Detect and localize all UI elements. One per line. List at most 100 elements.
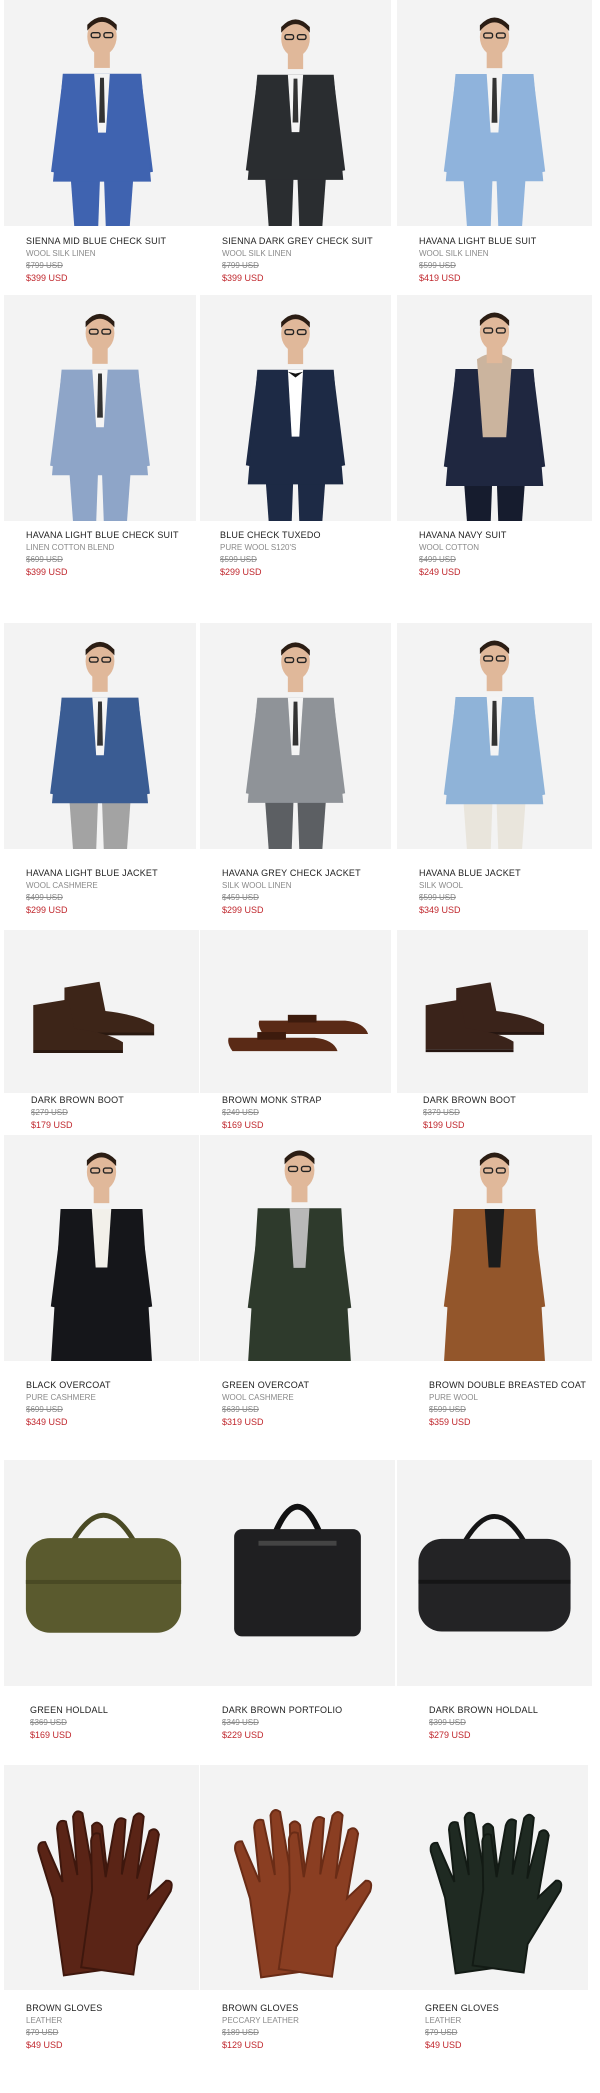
product-name[interactable]: HAVANA GREY CHECK JACKET	[222, 868, 361, 878]
product-name[interactable]: DARK BROWN BOOT	[423, 1095, 516, 1105]
product-image[interactable]	[397, 0, 592, 226]
product-image[interactable]	[200, 1135, 399, 1361]
sale-price: $169 USD	[222, 1120, 264, 1130]
product-image[interactable]	[397, 295, 592, 521]
product-card[interactable]: GREEN GLOVES LEATHER $79 USD $49 USD	[397, 1765, 588, 2053]
product-image[interactable]	[200, 1460, 395, 1686]
product-card[interactable]: BLACK OVERCOAT PURE CASHMERE $699 USD $349 …	[4, 1135, 199, 1430]
original-price: $249 USD	[222, 1108, 259, 1117]
product-image[interactable]	[397, 623, 592, 849]
product-material: WOOL SILK LINEN	[222, 249, 292, 258]
product-name[interactable]: HAVANA NAVY SUIT	[419, 530, 507, 540]
original-price: $459 USD	[222, 893, 259, 902]
product-card[interactable]: BROWN GLOVES PECCARY LEATHER $189 USD $129 …	[200, 1765, 399, 2053]
product-card[interactable]: DARK BROWN PORTFOLIO $349 USD $229 USD	[200, 1460, 395, 1755]
product-image[interactable]	[397, 1460, 592, 1686]
product-image[interactable]	[4, 1460, 203, 1686]
product-material: PECCARY LEATHER	[222, 2016, 299, 2025]
product-image[interactable]	[397, 1765, 588, 1990]
product-name[interactable]: GREEN HOLDALL	[30, 1705, 108, 1715]
product-card[interactable]: BLUE CHECK TUXEDO PURE WOOL S120'S $599 US…	[200, 295, 391, 580]
product-name[interactable]: HAVANA LIGHT BLUE SUIT	[419, 236, 536, 246]
product-card[interactable]: SIENNA MID BLUE CHECK SUIT WOOL SILK LINE…	[4, 0, 200, 286]
product-card[interactable]: DARK BROWN BOOT $379 USD $199 USD	[397, 930, 588, 1145]
product-card[interactable]: GREEN OVERCOAT WOOL CASHMERE $639 USD $319 …	[200, 1135, 399, 1430]
product-material: SILK WOOL LINEN	[222, 881, 292, 890]
original-price: $599 USD	[220, 555, 257, 564]
product-card[interactable]: HAVANA LIGHT BLUE SUIT WOOL SILK LINEN $59…	[397, 0, 592, 286]
product-card[interactable]: BROWN GLOVES LEATHER $79 USD $49 USD	[4, 1765, 199, 2053]
product-material: LINEN COTTON BLEND	[26, 543, 115, 552]
product-material: WOOL COTTON	[419, 543, 479, 552]
product-image[interactable]	[397, 1135, 592, 1361]
product-card[interactable]: DARK BROWN BOOT $279 USD $179 USD	[4, 930, 199, 1145]
sale-price: $49 USD	[26, 2040, 63, 2050]
product-name[interactable]: GREEN GLOVES	[425, 2003, 499, 2013]
sale-price: $319 USD	[222, 1417, 264, 1427]
product-material: PURE WOOL	[429, 1393, 478, 1402]
original-price: $599 USD	[419, 893, 456, 902]
product-image[interactable]	[4, 623, 196, 849]
sale-price: $279 USD	[429, 1730, 471, 1740]
product-card[interactable]: GREEN HOLDALL $369 USD $169 USD	[4, 1460, 203, 1755]
product-name[interactable]: BROWN MONK STRAP	[222, 1095, 322, 1105]
original-price: $799 USD	[26, 261, 63, 270]
product-card[interactable]: DARK BROWN HOLDALL $399 USD $279 USD	[397, 1460, 592, 1755]
product-material: LEATHER	[26, 2016, 63, 2025]
product-image[interactable]	[4, 0, 200, 226]
original-price: $799 USD	[222, 261, 259, 270]
product-name[interactable]: HAVANA LIGHT BLUE JACKET	[26, 868, 158, 878]
product-card[interactable]: BROWN MONK STRAP $249 USD $169 USD	[200, 930, 391, 1145]
product-card[interactable]: BROWN DOUBLE BREASTED COAT PURE WOOL $599 …	[397, 1135, 592, 1430]
product-name[interactable]: HAVANA BLUE JACKET	[419, 868, 521, 878]
product-card[interactable]: HAVANA LIGHT BLUE CHECK SUIT LINEN COTTON…	[4, 295, 196, 580]
original-price: $599 USD	[429, 1405, 466, 1414]
sale-price: $169 USD	[30, 1730, 72, 1740]
sale-price: $299 USD	[26, 905, 68, 915]
product-name[interactable]: BROWN GLOVES	[222, 2003, 298, 2013]
product-card[interactable]: SIENNA DARK GREY CHECK SUIT WOOL SILK LIN…	[200, 0, 391, 286]
product-name[interactable]: DARK BROWN BOOT	[31, 1095, 124, 1105]
product-image[interactable]	[4, 1765, 199, 1990]
product-name[interactable]: BLACK OVERCOAT	[26, 1380, 111, 1390]
product-material: PURE WOOL S120'S	[220, 543, 297, 552]
original-price: $379 USD	[423, 1108, 460, 1117]
product-name[interactable]: SIENNA MID BLUE CHECK SUIT	[26, 236, 166, 246]
product-name[interactable]: BROWN GLOVES	[26, 2003, 102, 2013]
product-image[interactable]	[200, 295, 391, 521]
product-image[interactable]	[4, 295, 196, 521]
sale-price: $179 USD	[31, 1120, 73, 1130]
sale-price: $49 USD	[425, 2040, 462, 2050]
product-name[interactable]: DARK BROWN PORTFOLIO	[222, 1705, 342, 1715]
product-image[interactable]	[200, 930, 391, 1093]
product-material: LEATHER	[425, 2016, 462, 2025]
original-price: $699 USD	[26, 1405, 63, 1414]
product-image[interactable]	[200, 623, 391, 849]
product-card[interactable]: HAVANA LIGHT BLUE JACKET WOOL CASHMERE $49…	[4, 623, 196, 918]
product-material: SILK WOOL	[419, 881, 464, 890]
product-name[interactable]: HAVANA LIGHT BLUE CHECK SUIT	[26, 530, 179, 540]
product-card[interactable]: HAVANA BLUE JACKET SILK WOOL $599 USD $349 …	[397, 623, 592, 918]
product-material: WOOL SILK LINEN	[419, 249, 489, 258]
product-image[interactable]	[397, 930, 588, 1093]
product-name[interactable]: GREEN OVERCOAT	[222, 1380, 309, 1390]
product-name[interactable]: BROWN DOUBLE BREASTED COAT	[429, 1380, 586, 1390]
product-image[interactable]	[200, 1765, 399, 1990]
product-card[interactable]: HAVANA GREY CHECK JACKET SILK WOOL LINEN $…	[200, 623, 391, 918]
original-price: $189 USD	[222, 2028, 259, 2037]
sale-price: $349 USD	[419, 905, 461, 915]
sale-price: $359 USD	[429, 1417, 471, 1427]
sale-price: $399 USD	[26, 567, 68, 577]
product-material: PURE CASHMERE	[26, 1393, 96, 1402]
product-material: WOOL CASHMERE	[26, 881, 98, 890]
product-card[interactable]: HAVANA NAVY SUIT WOOL COTTON $499 USD $249 …	[397, 295, 592, 580]
product-image[interactable]	[4, 930, 199, 1093]
product-name[interactable]: SIENNA DARK GREY CHECK SUIT	[222, 236, 373, 246]
product-image[interactable]	[4, 1135, 199, 1361]
product-name[interactable]: DARK BROWN HOLDALL	[429, 1705, 538, 1715]
product-name[interactable]: BLUE CHECK TUXEDO	[220, 530, 321, 540]
sale-price: $399 USD	[26, 273, 68, 283]
product-image[interactable]	[200, 0, 391, 226]
original-price: $639 USD	[222, 1405, 259, 1414]
sale-price: $299 USD	[222, 905, 264, 915]
